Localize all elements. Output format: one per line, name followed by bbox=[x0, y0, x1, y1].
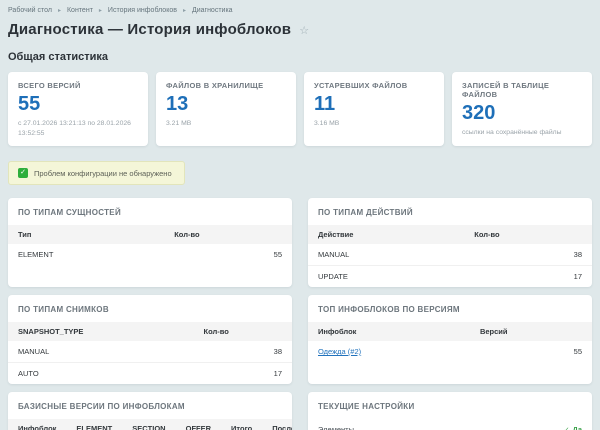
breadcrumb-item-iblock-history[interactable]: История инфоблоков bbox=[108, 7, 177, 14]
stat-card-value: 320 bbox=[462, 102, 582, 124]
config-ok-notice: ✓ Проблем конфигурации не обнаружено bbox=[8, 161, 185, 185]
check-icon: ✓ bbox=[18, 168, 28, 178]
stat-cards: ВСЕГО ВЕРСИЙ 55 с 27.01.2026 13:21:13 по… bbox=[8, 72, 592, 146]
stat-card-total-versions: ВСЕГО ВЕРСИЙ 55 с 27.01.2026 13:21:13 по… bbox=[8, 72, 148, 146]
setting-row-elements: Элементы ✓ Да bbox=[308, 419, 592, 430]
panel-base-versions: БАЗИСНЫЕ ВЕРСИИ ПО ИНФОБЛОКАМ Инфоблок E… bbox=[8, 392, 292, 430]
column-header-type: Тип bbox=[8, 225, 164, 244]
cell-entity-type: ELEMENT bbox=[8, 244, 164, 265]
stat-card-label: ЗАПИСЕЙ В ТАБЛИЦЕ ФАЙЛОВ bbox=[462, 81, 582, 99]
column-header-count: Кол-во bbox=[194, 322, 292, 341]
panel-current-settings: ТЕКУЩИЕ НАСТРОЙКИ Элементы ✓ Да Разделы … bbox=[308, 392, 592, 430]
table-row: MANUAL 38 bbox=[8, 341, 292, 363]
stat-card-obsolete-files: УСТАРЕВШИХ ФАЙЛОВ 11 3.16 MB bbox=[304, 72, 444, 146]
column-header-section: SECTION bbox=[122, 419, 175, 430]
cell-snapshot-type: AUTO bbox=[8, 363, 194, 385]
panel-title: ПО ТИПАМ СУЩНОСТЕЙ bbox=[8, 206, 292, 225]
column-header-iblock: Инфоблок bbox=[308, 322, 470, 341]
breadcrumb-separator: ▸ bbox=[183, 7, 186, 14]
column-header-versions: Версий bbox=[470, 322, 592, 341]
stat-card-label: ВСЕГО ВЕРСИЙ bbox=[18, 81, 138, 90]
panel-snapshot-types: ПО ТИПАМ СНИМКОВ SNAPSHOT_TYPE Кол-во MA… bbox=[8, 295, 292, 384]
stat-card-label: УСТАРЕВШИХ ФАЙЛОВ bbox=[314, 81, 434, 90]
stat-card-files-in-storage: ФАЙЛОВ В ХРАНИЛИЩЕ 13 3.21 MB bbox=[156, 72, 296, 146]
column-header-offer: OFFER bbox=[176, 419, 221, 430]
page-title: Диагностика — История инфоблоков bbox=[8, 21, 291, 38]
column-header-count: Кол-во bbox=[464, 225, 592, 244]
breadcrumb-item-diagnostics[interactable]: Диагностика bbox=[192, 7, 233, 14]
favorite-star-icon[interactable]: ☆ bbox=[299, 24, 309, 37]
cell-action: UPDATE bbox=[308, 266, 464, 288]
cell-count: 55 bbox=[164, 244, 292, 265]
stat-card-label: ФАЙЛОВ В ХРАНИЛИЩЕ bbox=[166, 81, 286, 90]
setting-label: Элементы bbox=[318, 425, 354, 430]
table-row: MANUAL 38 bbox=[308, 244, 592, 266]
panels-grid: ПО ТИПАМ СУЩНОСТЕЙ Тип Кол-во ELEMENT 55 bbox=[8, 198, 592, 430]
panel-entity-types: ПО ТИПАМ СУЩНОСТЕЙ Тип Кол-во ELEMENT 55 bbox=[8, 198, 292, 287]
stat-card-value: 13 bbox=[166, 93, 286, 115]
cell-action: MANUAL bbox=[308, 244, 464, 266]
column-header-iblock: Инфоблок bbox=[8, 419, 66, 430]
panel-title: БАЗИСНЫЕ ВЕРСИИ ПО ИНФОБЛОКАМ bbox=[8, 400, 292, 419]
breadcrumb-item-content[interactable]: Контент bbox=[67, 7, 93, 14]
table-row: AUTO 17 bbox=[8, 363, 292, 385]
cell-count: 17 bbox=[194, 363, 292, 385]
cell-snapshot-type: MANUAL bbox=[8, 341, 194, 363]
column-header-snapshot-type: SNAPSHOT_TYPE bbox=[8, 322, 194, 341]
iblock-link[interactable]: Одежда (#2) bbox=[318, 347, 361, 356]
column-header-last: Последний bbox=[262, 419, 292, 430]
breadcrumb-item-desktop[interactable]: Рабочий стол bbox=[8, 7, 52, 14]
table-row: ELEMENT 55 bbox=[8, 244, 292, 265]
breadcrumb-separator: ▸ bbox=[58, 7, 61, 14]
panel-title: ТОП ИНФОБЛОКОВ ПО ВЕРСИЯМ bbox=[308, 303, 592, 322]
column-header-count: Кол-во bbox=[164, 225, 292, 244]
stat-card-subtext: 3.16 MB bbox=[314, 119, 434, 129]
breadcrumb-separator: ▸ bbox=[99, 7, 102, 14]
stat-card-value: 55 bbox=[18, 93, 138, 115]
panel-top-iblocks: ТОП ИНФОБЛОКОВ ПО ВЕРСИЯМ Инфоблок Верси… bbox=[308, 295, 592, 384]
panel-title: ТЕКУЩИЕ НАСТРОЙКИ bbox=[308, 400, 592, 419]
stat-card-value: 11 bbox=[314, 93, 434, 115]
table-row: Одежда (#2) 55 bbox=[308, 341, 592, 362]
page: Рабочий стол ▸ Контент ▸ История инфобло… bbox=[0, 0, 600, 430]
stat-card-subtext: с 27.01.2026 13:21:13 по 28.01.2026 13:5… bbox=[18, 119, 138, 138]
panel-title: ПО ТИПАМ ДЕЙСТВИЙ bbox=[308, 206, 592, 225]
column-header-action: Действие bbox=[308, 225, 464, 244]
panel-title: ПО ТИПАМ СНИМКОВ bbox=[8, 303, 292, 322]
check-icon: ✓ bbox=[564, 426, 570, 430]
stat-card-subtext: ссылки на сохранённые файлы bbox=[462, 128, 582, 138]
cell-count: 55 bbox=[470, 341, 592, 362]
breadcrumb: Рабочий стол ▸ Контент ▸ История инфобло… bbox=[8, 5, 592, 14]
section-heading: Общая статистика bbox=[8, 51, 592, 63]
cell-count: 38 bbox=[464, 244, 592, 266]
column-header-element: ELEMENT bbox=[66, 419, 122, 430]
setting-value-text: Да bbox=[572, 425, 582, 430]
stat-card-file-table-records: ЗАПИСЕЙ В ТАБЛИЦЕ ФАЙЛОВ 320 ссылки на с… bbox=[452, 72, 592, 146]
notice-text: Проблем конфигурации не обнаружено bbox=[34, 169, 172, 178]
column-header-total: Итого bbox=[221, 419, 262, 430]
table-row: UPDATE 17 bbox=[308, 266, 592, 288]
cell-count: 38 bbox=[194, 341, 292, 363]
setting-value: ✓ Да bbox=[564, 425, 582, 430]
panel-action-types: ПО ТИПАМ ДЕЙСТВИЙ Действие Кол-во MANUAL… bbox=[308, 198, 592, 287]
cell-count: 17 bbox=[464, 266, 592, 288]
stat-card-subtext: 3.21 MB bbox=[166, 119, 286, 129]
